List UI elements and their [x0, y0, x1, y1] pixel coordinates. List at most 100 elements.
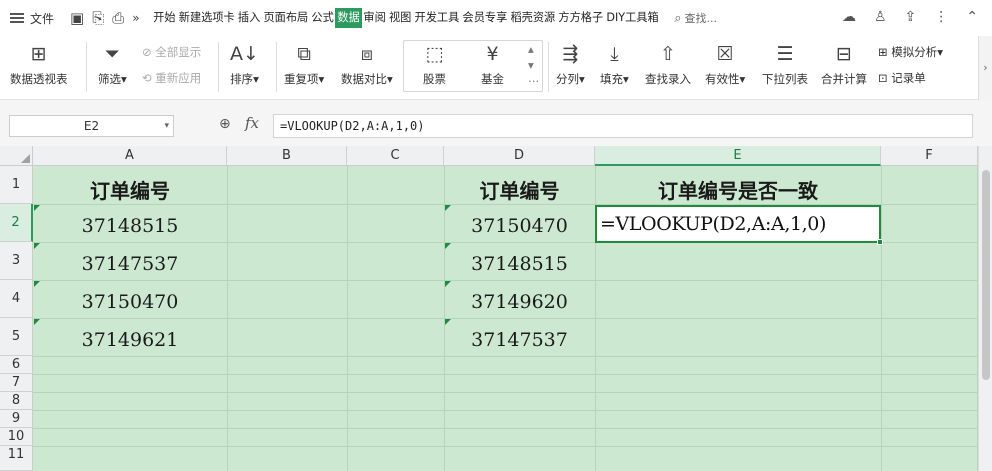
- save-icon[interactable]: ▣: [70, 9, 84, 27]
- tab-developer[interactable]: 开发工具: [413, 8, 461, 28]
- cell-d4[interactable]: 37149620: [444, 291, 595, 313]
- dropdown-list-button[interactable]: ☰ 下拉列表: [762, 42, 808, 87]
- print-icon[interactable]: ⎙: [112, 9, 124, 27]
- what-if-analysis-button[interactable]: ⊞ 模拟分析▾: [878, 44, 943, 60]
- gridline: [33, 356, 978, 357]
- column-header-e[interactable]: E: [595, 146, 881, 166]
- gallery-expand-icon[interactable]: ⋯: [528, 74, 540, 88]
- row-header-10[interactable]: 10: [0, 428, 33, 446]
- lookup-entry-button[interactable]: ⇧ 查找录入: [645, 42, 691, 87]
- tab-home[interactable]: 开始: [152, 8, 178, 28]
- text-number-indicator: [445, 281, 451, 287]
- tab-view[interactable]: 视图: [387, 8, 413, 28]
- pivot-table-button[interactable]: ⊞ 数据透视表: [10, 42, 68, 87]
- chevron-down-icon[interactable]: ▾: [164, 116, 169, 136]
- lookup-entry-icon: ⇧: [660, 43, 676, 65]
- column-header-a[interactable]: A: [33, 146, 227, 166]
- text-number-indicator: [34, 205, 40, 211]
- fill-button[interactable]: ⤓ 填充▾: [600, 42, 629, 87]
- name-box[interactable]: E2 ▾: [9, 115, 174, 137]
- tab-page-layout[interactable]: 页面布局: [262, 8, 310, 28]
- tab-review[interactable]: 审阅: [362, 8, 388, 28]
- export-icon[interactable]: ⎘: [92, 9, 104, 27]
- hamburger-menu-icon[interactable]: [10, 13, 24, 23]
- spreadsheet-grid: A B C D E F 1 2 3 4 5 6 7 8 9 10 11 订单编号…: [0, 146, 992, 471]
- ribbon-divider: [276, 42, 277, 92]
- data-compare-button[interactable]: ⧈ 数据对比▾: [341, 42, 393, 87]
- gallery-scroll-up-icon[interactable]: ▴: [528, 42, 534, 56]
- validity-button[interactable]: ☒ 有效性▾: [705, 42, 745, 87]
- cell-a2[interactable]: 37148515: [33, 215, 227, 237]
- text-number-indicator: [34, 243, 40, 249]
- cell-a3[interactable]: 37147537: [33, 253, 227, 275]
- menu-file[interactable]: 文件: [30, 10, 54, 27]
- sort-button[interactable]: A↓ 排序▾: [230, 42, 259, 87]
- reapply-button[interactable]: ⟲ 重新应用: [142, 70, 201, 86]
- row-header-4[interactable]: 4: [0, 280, 33, 318]
- ribbon-scroll-right-icon[interactable]: ›: [978, 36, 992, 100]
- record-sheet-button[interactable]: ⊡ 记录单: [878, 70, 926, 86]
- tab-ffgz[interactable]: 方方格子: [557, 8, 605, 28]
- row-header-11[interactable]: 11: [0, 446, 33, 471]
- cell-e2-formula[interactable]: =VLOOKUP(D2,A:A,1,0): [600, 213, 826, 235]
- row-header-1[interactable]: 1: [0, 166, 33, 204]
- column-header-b[interactable]: B: [227, 146, 347, 166]
- tab-member[interactable]: 会员专享: [461, 8, 509, 28]
- cell-e1[interactable]: 订单编号是否一致: [595, 175, 881, 204]
- duplicates-icon: ⧉: [297, 43, 311, 65]
- column-header-c[interactable]: C: [347, 146, 444, 166]
- column-header-f[interactable]: F: [881, 146, 978, 166]
- zoom-search-icon[interactable]: ⊕: [219, 116, 231, 132]
- filter-button[interactable]: ⏷ 筛选▾: [98, 42, 127, 87]
- vertical-scrollbar[interactable]: [978, 146, 992, 471]
- tab-diy-toolbox[interactable]: DIY工具箱: [605, 8, 661, 28]
- tab-docer[interactable]: 稻壳资源: [509, 8, 557, 28]
- row-header-9[interactable]: 9: [0, 410, 33, 428]
- select-all-corner[interactable]: [0, 146, 33, 166]
- share-icon[interactable]: ⇪: [905, 9, 917, 25]
- row-header-6[interactable]: 6: [0, 356, 33, 374]
- filter-icon: ⏷: [104, 43, 120, 65]
- fx-icon[interactable]: fx: [245, 114, 259, 132]
- cell-d5[interactable]: 37147537: [444, 329, 595, 351]
- fill-down-icon: ⤓: [610, 43, 619, 65]
- scrollbar-thumb[interactable]: [982, 170, 990, 380]
- gallery-scroll-down-icon[interactable]: ▾: [528, 58, 534, 72]
- ribbon-divider: [548, 42, 549, 92]
- yen-coin-icon: ¥: [486, 43, 499, 65]
- cell-a4[interactable]: 37150470: [33, 291, 227, 313]
- row-header-2[interactable]: 2: [0, 204, 33, 242]
- split-columns-button[interactable]: ⇶ 分列▾: [556, 42, 585, 87]
- fund-button[interactable]: ¥ 基金: [481, 42, 504, 87]
- cell-a5[interactable]: 37149621: [33, 329, 227, 351]
- cell-a1[interactable]: 订单编号: [33, 175, 227, 204]
- fill-handle[interactable]: [877, 239, 883, 245]
- duplicates-button[interactable]: ⧉ 重复项▾: [284, 42, 324, 87]
- data-compare-icon: ⧈: [360, 43, 373, 65]
- cell-d2[interactable]: 37150470: [444, 215, 595, 237]
- tab-new-tab[interactable]: 新建选项卡: [177, 8, 236, 28]
- tab-insert[interactable]: 插入: [236, 8, 262, 28]
- row-header-7[interactable]: 7: [0, 374, 33, 392]
- formula-input[interactable]: =VLOOKUP(D2,A:A,1,0): [273, 114, 973, 138]
- more-options-icon[interactable]: ⋮: [934, 9, 948, 25]
- show-all-button[interactable]: ⊘ 全部显示: [142, 44, 201, 60]
- tab-data[interactable]: 数据: [335, 8, 362, 28]
- more-chevron-icon[interactable]: »: [132, 11, 139, 25]
- stock-button[interactable]: ⬚ 股票: [423, 42, 446, 87]
- row-header-8[interactable]: 8: [0, 392, 33, 410]
- consolidate-button[interactable]: ⊟ 合并计算: [821, 42, 867, 87]
- row-header-3[interactable]: 3: [0, 242, 33, 280]
- user-icon[interactable]: ♙: [874, 9, 887, 25]
- gridline: [33, 428, 978, 429]
- row-header-5[interactable]: 5: [0, 318, 33, 356]
- cloud-sync-icon[interactable]: ☁: [842, 9, 856, 25]
- cell-d3[interactable]: 37148515: [444, 253, 595, 275]
- search-placeholder: 查找...: [684, 12, 718, 25]
- cell-e2-editor[interactable]: =VLOOKUP(D2,A:A,1,0): [595, 205, 883, 245]
- collapse-ribbon-icon[interactable]: ⌃: [966, 9, 978, 25]
- menu-search[interactable]: ⌕ 查找...: [674, 10, 717, 26]
- column-header-d[interactable]: D: [444, 146, 595, 166]
- cell-d1[interactable]: 订单编号: [444, 175, 595, 204]
- tab-formulas[interactable]: 公式: [310, 8, 336, 28]
